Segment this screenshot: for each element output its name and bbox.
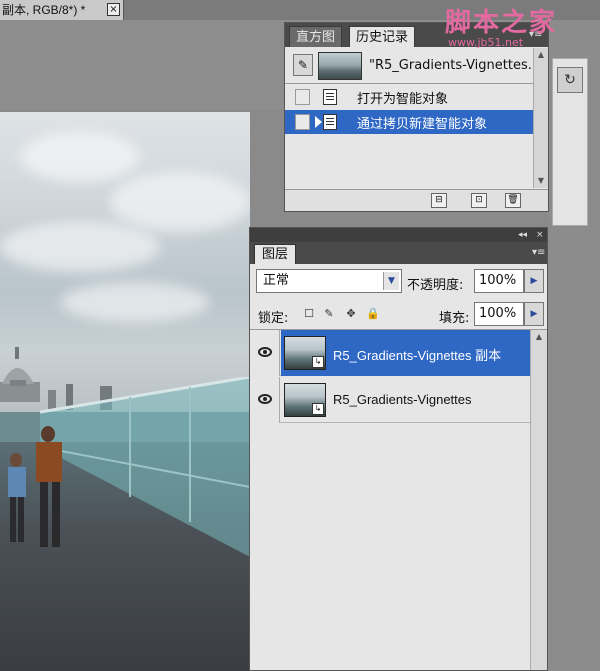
layer-visibility-toggle[interactable] bbox=[250, 330, 280, 376]
close-panel-icon[interactable]: × bbox=[536, 228, 544, 242]
layers-panel: ◂◂ × 图层 ▾≡ 正常 ▼ 不透明度: 100% ▶ 锁定: ☐ ✎ ✥ 🔒… bbox=[249, 227, 548, 671]
document-tab[interactable]: 副本, RGB/8*) * × bbox=[0, 0, 124, 20]
layer-thumbnail: ↳ bbox=[284, 336, 326, 370]
history-panel-footer: ⊟ ⊡ 🗑 bbox=[285, 189, 548, 211]
lock-fill-row: 锁定: ☐ ✎ ✥ 🔒 填充: 100% ▶ bbox=[250, 299, 547, 329]
snapshot-thumbnail bbox=[318, 52, 362, 80]
opacity-slider-button[interactable]: ▶ bbox=[524, 269, 544, 293]
panel-menu-icon[interactable]: ▾≡ bbox=[532, 247, 545, 258]
lock-all-icon[interactable]: 🔒 bbox=[366, 306, 380, 321]
document-step-icon bbox=[323, 114, 337, 130]
history-brush-source-icon[interactable]: ✎ bbox=[293, 54, 313, 76]
history-state-marker-icon bbox=[315, 116, 322, 128]
history-scrollbar[interactable]: ▲ ▼ bbox=[533, 48, 548, 188]
layers-panel-tabs: 图层 ▾≡ bbox=[250, 242, 547, 264]
tab-layers[interactable]: 图层 bbox=[254, 244, 296, 264]
close-icon[interactable]: × bbox=[107, 3, 120, 16]
create-snapshot-icon[interactable]: ⊡ bbox=[471, 193, 487, 208]
history-snapshot[interactable]: ✎ "R5_Gradients-Vignettes... bbox=[285, 48, 540, 84]
history-brush-checkbox[interactable] bbox=[295, 89, 310, 105]
layer-thumbnail: ↳ bbox=[284, 383, 326, 417]
watermark-url: www.jb51.net bbox=[448, 36, 524, 49]
layer-name[interactable]: R5_Gradients-Vignettes bbox=[333, 392, 472, 407]
blend-mode-select[interactable]: 正常 ▼ bbox=[256, 269, 402, 293]
layer-visibility-toggle[interactable] bbox=[250, 377, 280, 423]
blend-opacity-row: 正常 ▼ 不透明度: 100% ▶ bbox=[250, 266, 547, 296]
fill-input[interactable]: 100% bbox=[474, 302, 524, 326]
fill-slider-button[interactable]: ▶ bbox=[524, 302, 544, 326]
opacity-input[interactable]: 100% bbox=[474, 269, 524, 293]
blend-mode-value: 正常 bbox=[263, 273, 290, 288]
smart-object-icon: ↳ bbox=[312, 403, 324, 415]
layer-body[interactable]: ↳ R5_Gradients-Vignettes bbox=[281, 377, 530, 423]
eye-icon bbox=[258, 394, 272, 404]
chevron-down-icon[interactable]: ▼ bbox=[383, 272, 399, 290]
history-step-selected[interactable]: 通过拷贝新建智能对象 bbox=[285, 110, 533, 134]
history-step-label: 打开为智能对象 bbox=[357, 92, 449, 107]
opacity-label: 不透明度: bbox=[407, 278, 464, 293]
image-canvas[interactable] bbox=[0, 112, 250, 671]
collapse-panel-icon[interactable]: ◂◂ bbox=[518, 228, 527, 242]
lock-position-icon[interactable]: ✥ bbox=[344, 306, 358, 321]
layer-row[interactable]: ↳ R5_Gradients-Vignettes 副本 bbox=[250, 330, 530, 376]
watermark-title: 脚本之家 bbox=[445, 8, 558, 38]
smart-object-icon: ↳ bbox=[312, 356, 324, 368]
lock-image-pixels-icon[interactable]: ✎ bbox=[322, 306, 336, 321]
layer-name[interactable]: R5_Gradients-Vignettes 副本 bbox=[333, 345, 501, 364]
people-figures bbox=[8, 426, 62, 547]
scroll-down-icon[interactable]: ▼ bbox=[534, 174, 548, 188]
history-step-label: 通过拷贝新建智能对象 bbox=[357, 117, 488, 132]
layer-body[interactable]: ↳ R5_Gradients-Vignettes 副本 bbox=[281, 330, 530, 376]
history-brush-checkbox[interactable] bbox=[295, 114, 310, 130]
cathedral-dome bbox=[0, 347, 40, 402]
new-document-from-state-icon[interactable]: ⊟ bbox=[431, 193, 447, 208]
fill-label: 填充: bbox=[439, 311, 470, 326]
layer-row[interactable]: ↳ R5_Gradients-Vignettes bbox=[250, 377, 530, 423]
layers-scrollbar[interactable]: ▲ bbox=[530, 330, 547, 670]
lock-transparent-pixels-icon[interactable]: ☐ bbox=[302, 306, 316, 321]
tab-history[interactable]: 历史记录 bbox=[349, 26, 416, 47]
delete-state-icon[interactable]: 🗑 bbox=[505, 193, 521, 208]
history-step[interactable]: 打开为智能对象 bbox=[285, 85, 533, 109]
tab-histogram[interactable]: 直方图 bbox=[289, 26, 343, 47]
watermark: 脚本之家 www.jb51.net bbox=[445, 2, 595, 52]
scroll-up-icon[interactable]: ▲ bbox=[531, 330, 547, 344]
snapshot-label: "R5_Gradients-Vignettes... bbox=[369, 58, 541, 73]
lock-label: 锁定: bbox=[258, 311, 289, 326]
layers-panel-titlebar: ◂◂ × bbox=[250, 228, 547, 242]
document-step-icon bbox=[323, 89, 337, 105]
document-tab-title: 副本, RGB/8*) * bbox=[2, 3, 86, 17]
history-icon[interactable]: ↻ bbox=[557, 67, 583, 93]
eye-icon bbox=[258, 347, 272, 357]
